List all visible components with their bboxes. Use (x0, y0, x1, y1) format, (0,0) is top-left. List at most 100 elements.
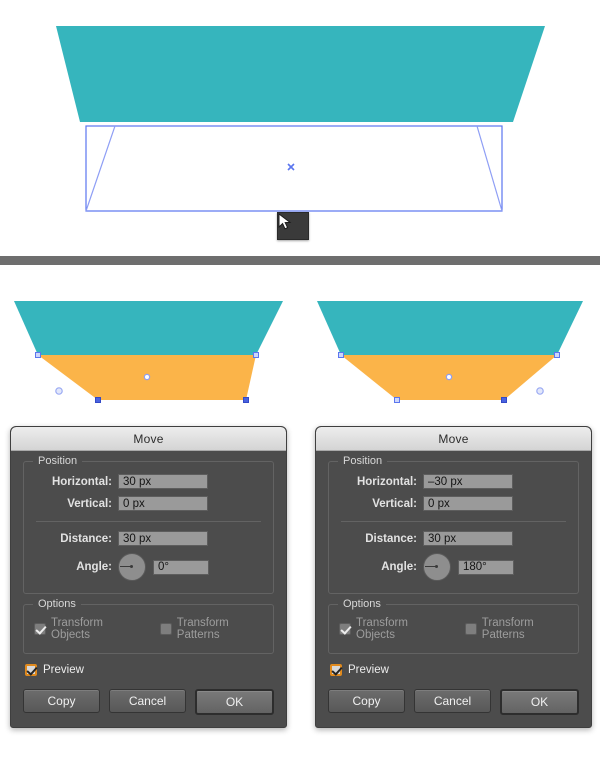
anchor-point[interactable] (394, 397, 400, 403)
illustration-left-teal-trapezoid[interactable] (14, 301, 283, 355)
options-group: Options Transform Objects Transform Patt… (23, 598, 274, 654)
position-group: Position Horizontal: 30 px Vertical: 0 p… (23, 455, 274, 594)
horizontal-input[interactable]: 30 px (118, 474, 208, 489)
options-group: Options Transform Objects Transform Patt… (328, 598, 579, 654)
dialog-titlebar[interactable]: Move (316, 427, 591, 451)
transform-objects-checkbox[interactable]: Transform Objects (339, 617, 439, 641)
ghost-anchor-point (536, 387, 544, 395)
move-dialog-right[interactable]: Move Position Horizontal: –30 px Vertica… (315, 426, 592, 728)
copy-button[interactable]: Copy (328, 689, 405, 713)
move-dialog-left[interactable]: Move Position Horizontal: 30 px Vertical… (10, 426, 287, 728)
angle-row: Angle: 180° (339, 553, 568, 581)
dialog-title: Move (133, 431, 164, 446)
distance-row: Distance: 30 px (339, 531, 568, 546)
section-divider (0, 256, 600, 265)
distance-label: Distance: (365, 532, 417, 545)
anchor-point[interactable] (554, 352, 560, 358)
group-separator (341, 521, 566, 522)
distance-row: Distance: 30 px (34, 531, 263, 546)
dialog-button-row: Copy Cancel OK (23, 689, 274, 715)
cancel-button[interactable]: Cancel (109, 689, 186, 713)
selection-bounding-box[interactable] (85, 125, 503, 212)
center-anchor-point (287, 163, 295, 171)
angle-label: Angle: (76, 561, 112, 573)
illustrations-vector (14, 301, 583, 403)
illustration-left[interactable] (14, 301, 283, 403)
checkbox-checked-icon (25, 664, 37, 676)
dialog-title: Move (438, 431, 469, 446)
horizontal-row: Horizontal: 30 px (34, 474, 263, 489)
ghost-anchor-point (55, 387, 63, 395)
distance-input[interactable]: 30 px (118, 531, 208, 546)
preview-checkbox[interactable]: Preview (330, 664, 579, 676)
angle-row: Angle: 0° (34, 553, 263, 581)
angle-dial-icon[interactable] (118, 553, 146, 581)
cancel-button[interactable]: Cancel (414, 689, 491, 713)
screenshot-root: Move Position Horizontal: 30 px Vertical… (0, 0, 600, 780)
arrow-cursor[interactable] (277, 212, 309, 240)
ok-button[interactable]: OK (500, 689, 579, 715)
checkbox-checked-icon (339, 623, 351, 635)
horizontal-label: Horizontal: (356, 475, 417, 488)
horizontal-label: Horizontal: (51, 475, 112, 488)
vertical-label: Vertical: (372, 497, 417, 510)
vertical-label: Vertical: (67, 497, 112, 510)
horizontal-row: Horizontal: –30 px (339, 474, 568, 489)
cursor-arrow-icon (278, 213, 292, 230)
teal-trapezoid[interactable] (56, 26, 545, 122)
transform-objects-label: Transform Objects (356, 617, 408, 641)
dialog-titlebar[interactable]: Move (11, 427, 286, 451)
preview-label: Preview (348, 664, 389, 676)
vertical-input[interactable]: 0 px (423, 496, 513, 511)
anchor-point[interactable] (243, 397, 249, 403)
illustration-right-teal-trapezoid[interactable] (317, 301, 583, 355)
center-anchor-point (445, 373, 453, 381)
transform-objects-label: Transform Objects (51, 617, 103, 641)
checkbox-checked-icon (330, 664, 342, 676)
anchor-point[interactable] (35, 352, 41, 358)
anchor-point[interactable] (338, 352, 344, 358)
horizontal-input[interactable]: –30 px (423, 474, 513, 489)
options-group-legend: Options (338, 598, 386, 610)
transform-objects-checkbox[interactable]: Transform Objects (34, 617, 134, 641)
checkbox-unchecked-icon (159, 623, 172, 635)
angle-input[interactable]: 0° (153, 559, 209, 575)
angle-input[interactable]: 180° (458, 559, 514, 575)
options-group-legend: Options (33, 598, 81, 610)
vertical-input[interactable]: 0 px (118, 496, 208, 511)
angle-dial-icon[interactable] (423, 553, 451, 581)
center-anchor-point (143, 373, 151, 381)
checkbox-unchecked-icon (464, 623, 477, 635)
options-checkbox-row: Transform Objects Transform Patterns (34, 617, 263, 641)
angle-label: Angle: (381, 561, 417, 573)
distance-input[interactable]: 30 px (423, 531, 513, 546)
ok-button[interactable]: OK (195, 689, 274, 715)
anchor-point[interactable] (253, 352, 259, 358)
transform-patterns-label: Transform Patterns (481, 617, 534, 641)
artboard-top[interactable] (0, 0, 600, 256)
illustration-right[interactable] (317, 301, 583, 403)
selection-edge-right (476, 125, 503, 212)
anchor-point[interactable] (95, 397, 101, 403)
transform-patterns-label: Transform Patterns (176, 617, 229, 641)
transform-patterns-checkbox[interactable]: Transform Patterns (464, 617, 568, 641)
position-group-legend: Position (33, 455, 83, 467)
group-separator (36, 521, 261, 522)
vertical-row: Vertical: 0 px (34, 496, 263, 511)
illustrations-panel (0, 265, 600, 420)
dialog-body: Position Horizontal: 30 px Vertical: 0 p… (11, 451, 286, 727)
copy-button[interactable]: Copy (23, 689, 100, 713)
preview-checkbox[interactable]: Preview (25, 664, 274, 676)
distance-label: Distance: (60, 532, 112, 545)
angle-dial-hub (130, 565, 133, 568)
position-group-legend: Position (338, 455, 388, 467)
selection-edge-left (85, 125, 116, 212)
angle-dial-hub (435, 565, 438, 568)
transform-patterns-checkbox[interactable]: Transform Patterns (159, 617, 263, 641)
dialog-button-row: Copy Cancel OK (328, 689, 579, 715)
position-group: Position Horizontal: –30 px Vertical: 0 … (328, 455, 579, 594)
options-checkbox-row: Transform Objects Transform Patterns (339, 617, 568, 641)
anchor-point[interactable] (501, 397, 507, 403)
checkbox-checked-icon (34, 623, 46, 635)
dialog-body: Position Horizontal: –30 px Vertical: 0 … (316, 451, 591, 727)
